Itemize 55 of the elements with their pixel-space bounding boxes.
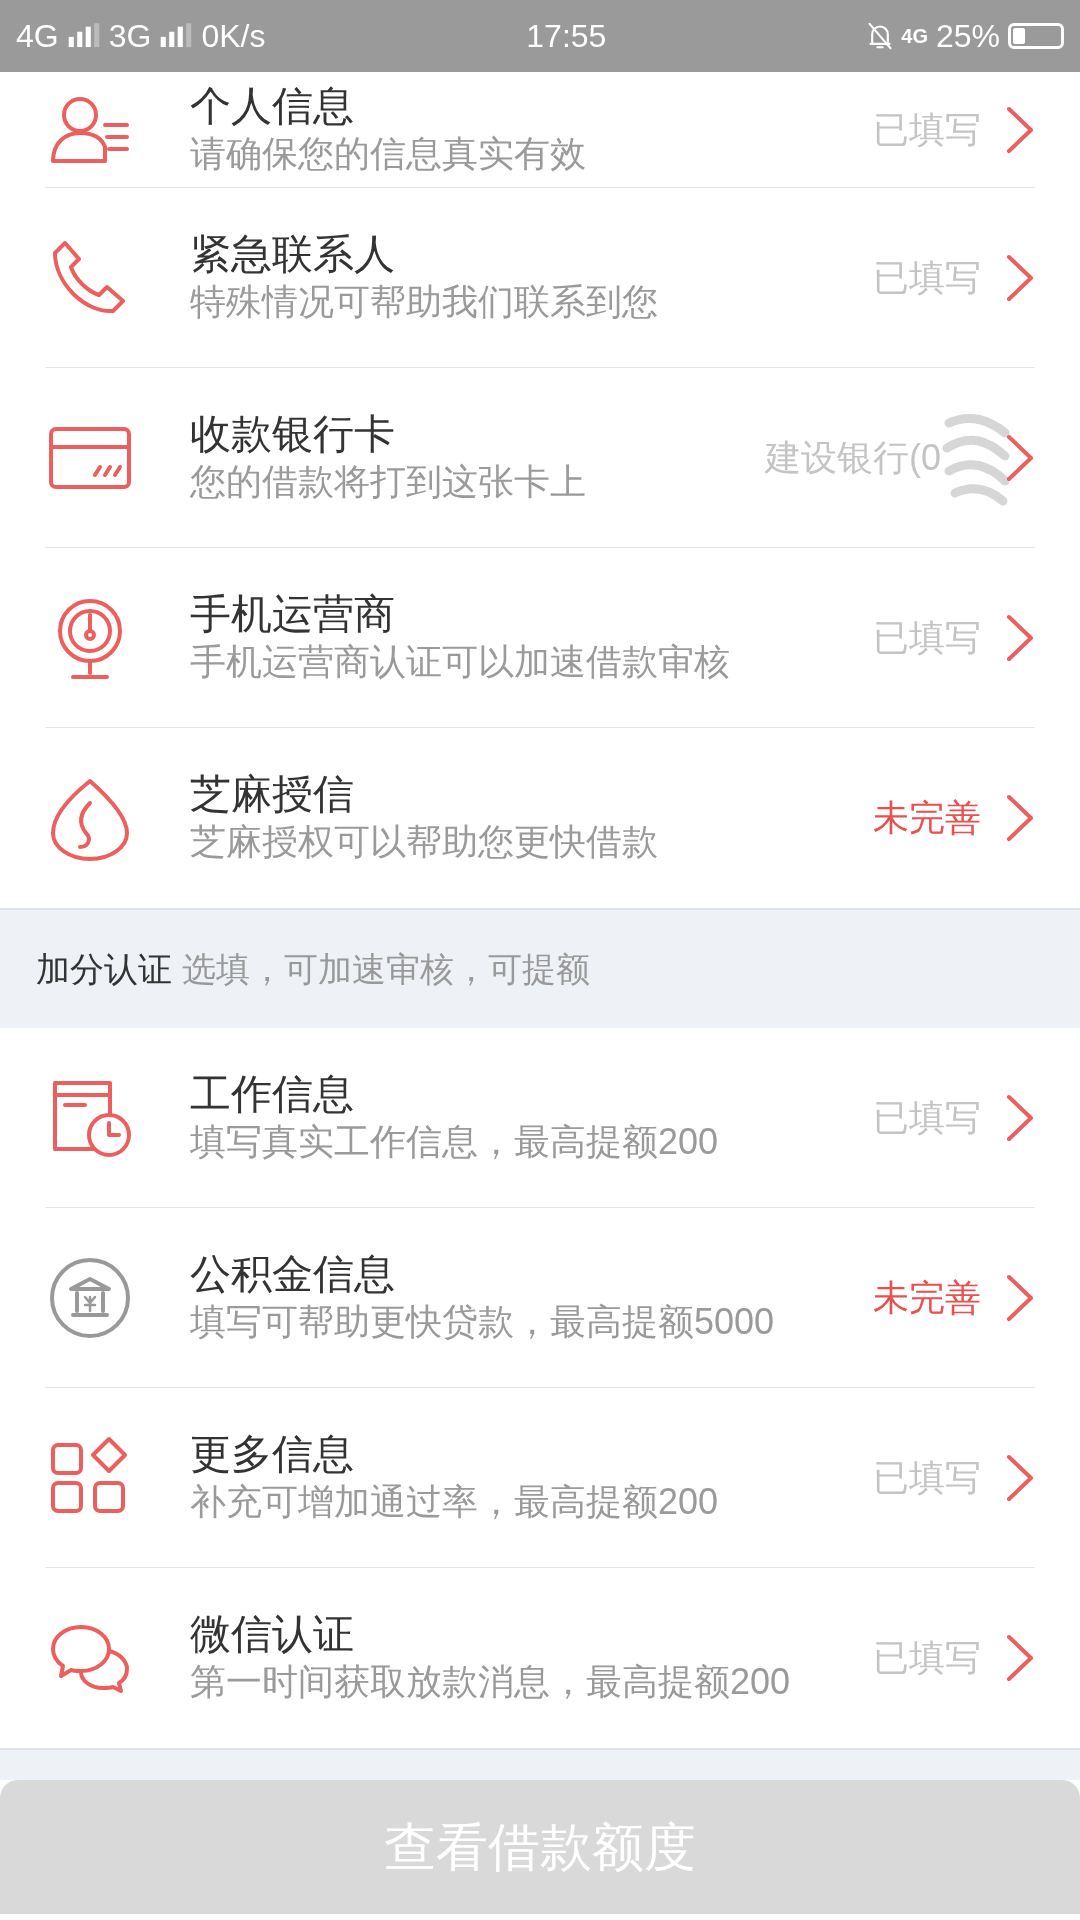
list-item[interactable]: 紧急联系人 特殊情况可帮助我们联系到您 已填写 [0, 188, 1080, 368]
chevron-right-icon [1005, 1452, 1035, 1503]
battery-percent: 25% [935, 17, 1000, 56]
status-text: 0K/s [201, 17, 266, 56]
chevron-right-icon [1005, 1633, 1035, 1683]
item-subtitle: 芝麻授权可以帮助您更快借款 [190, 820, 659, 865]
item-title: 个人信息 [190, 81, 355, 131]
clock-time: 17:55 [526, 17, 607, 56]
status-text: 已填写 [873, 1455, 981, 1500]
item-subtitle: 填写真实工作信息，最高提额200 [190, 1119, 720, 1164]
status-text: 未完善 [873, 1275, 981, 1320]
status-text: 已填写 [873, 1636, 981, 1680]
section-note: 选填，可加速审核，可提额 [182, 948, 590, 990]
item-title: 紧急联系人 [190, 229, 396, 279]
list-item[interactable]: 工作信息 填写真实工作信息，最高提额200 已填写 [0, 1028, 1080, 1208]
item-title: 公积金信息 [190, 1249, 396, 1299]
chevron-right-icon [1005, 1092, 1035, 1143]
list-item[interactable]: 收款银行卡 您的借款将打到这张卡上 建设银行(0 [0, 368, 1080, 548]
item-subtitle: 填写可帮助更快贷款，最高提额5000 [190, 1299, 776, 1344]
list-item[interactable]: 微信认证 第一时间获取放款消息，最高提额200 已填写 [0, 1568, 1080, 1748]
chevron-right-icon [1005, 612, 1035, 663]
list-item[interactable]: 更多信息 补充可增加通过率，最高提额200 已填写 [0, 1388, 1080, 1568]
list-item[interactable]: 手机运营商 手机运营商认证可以加速借款审核 已填写 [0, 548, 1080, 728]
list-item[interactable]: 芝麻授信 芝麻授权可以帮助您更快借款 未完善 [0, 728, 1080, 908]
section-title: 加分认证 [36, 948, 172, 990]
item-title: 手机运营商 [190, 589, 396, 639]
item-title: 芝麻授信 [190, 770, 355, 819]
status-text: 已填写 [873, 107, 981, 152]
chevron-right-icon [1005, 793, 1035, 843]
list-item[interactable]: 个人信息 请确保您的信息真实有效 已填写 [0, 72, 1080, 188]
status-text: 已填写 [873, 1095, 981, 1140]
network-type: 4G [901, 24, 928, 49]
status-text: 已填写 [873, 255, 981, 300]
status-text: 未完善 [873, 796, 981, 840]
status-text: 3G [108, 17, 152, 56]
battery-icon [1008, 23, 1064, 49]
item-subtitle: 请确保您的信息真实有效 [190, 131, 587, 176]
item-title: 微信认证 [190, 1610, 355, 1659]
chevron-right-icon [1005, 252, 1035, 303]
list-item[interactable]: 公积金信息 填写可帮助更快贷款，最高提额5000 未完善 [0, 1208, 1080, 1388]
item-title: 更多信息 [190, 1429, 355, 1479]
item-subtitle: 特殊情况可帮助我们联系到您 [190, 279, 659, 324]
item-subtitle: 第一时间获取放款消息，最高提额200 [190, 1660, 792, 1705]
item-title: 工作信息 [190, 1069, 355, 1119]
item-subtitle: 您的借款将打到这张卡上 [190, 459, 587, 504]
item-subtitle: 手机运营商认证可以加速借款审核 [190, 639, 731, 684]
status-text: 4G [16, 17, 59, 56]
muted-bell-icon [867, 21, 894, 51]
status-text: 已填写 [873, 615, 981, 660]
chevron-right-icon [1005, 432, 1035, 483]
chevron-right-icon [1005, 104, 1035, 155]
chevron-right-icon [1005, 1272, 1035, 1323]
item-subtitle: 补充可增加通过率，最高提额200 [190, 1479, 720, 1524]
item-title: 收款银行卡 [190, 409, 396, 459]
status-text: 建设银行(0 [765, 435, 941, 480]
